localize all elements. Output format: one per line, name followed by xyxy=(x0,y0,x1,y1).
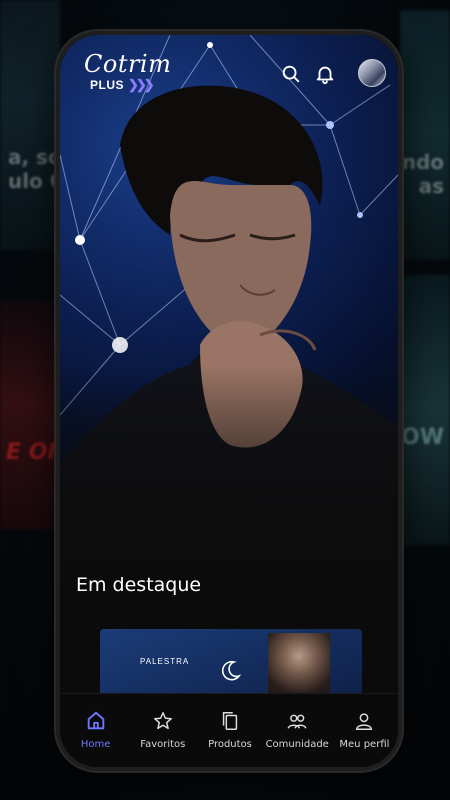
copy-icon xyxy=(222,712,238,730)
nav-item-meu-perfil[interactable]: Meu perfil xyxy=(331,694,398,767)
nav-label: Meu perfil xyxy=(339,739,390,750)
background-poster xyxy=(0,300,60,530)
nav-item-favoritos[interactable]: Favoritos xyxy=(129,694,196,767)
nav-label: Produtos xyxy=(208,739,252,750)
logo-wordmark: Cotrim xyxy=(84,50,172,78)
bottom-navigation: Home Favoritos Produtos Comunidade Meu p… xyxy=(60,693,398,767)
avatar[interactable] xyxy=(358,59,386,87)
section-title-featured: Em destaque xyxy=(76,574,202,596)
logo-plus-label: PLUS xyxy=(90,78,125,92)
card-label: PALESTRA xyxy=(140,657,190,666)
nav-item-comunidade[interactable]: Comunidade xyxy=(264,694,331,767)
app-stage: a, sou ulo Co ndo as E OF ACR O OW xyxy=(0,0,450,800)
users-icon xyxy=(287,714,307,729)
app-logo[interactable]: Cotrim PLUS ❯❯❯ xyxy=(84,51,171,93)
nav-label: Comunidade xyxy=(265,739,329,750)
background-poster-text: ndo as xyxy=(401,150,444,198)
bell-icon[interactable] xyxy=(314,63,336,85)
star-icon xyxy=(153,712,172,730)
app-screen: Cotrim PLUS ❯❯❯ Em destaque PALESTRA Hom… xyxy=(60,35,398,767)
nav-label: Favoritos xyxy=(140,739,186,750)
background-poster xyxy=(0,0,60,250)
featured-card[interactable]: PALESTRA xyxy=(100,629,362,699)
moon-icon xyxy=(221,660,242,681)
hero-gradient-overlay xyxy=(60,365,398,605)
card-thumbnail-portrait xyxy=(268,633,330,699)
nav-item-produtos[interactable]: Produtos xyxy=(196,694,263,767)
hero-banner[interactable] xyxy=(60,35,398,605)
search-icon[interactable] xyxy=(280,63,302,85)
triple-chevron-icon: ❯❯❯ xyxy=(128,77,155,92)
user-icon xyxy=(356,713,373,730)
nav-item-home[interactable]: Home xyxy=(62,694,129,767)
home-icon xyxy=(87,711,104,730)
background-poster xyxy=(400,275,450,545)
top-bar: Cotrim PLUS ❯❯❯ xyxy=(60,35,398,115)
phone-frame: Cotrim PLUS ❯❯❯ Em destaque PALESTRA Hom… xyxy=(56,31,402,771)
logo-subline: PLUS ❯❯❯ xyxy=(90,77,171,93)
background-poster xyxy=(400,10,450,260)
nav-label: Home xyxy=(80,739,111,750)
